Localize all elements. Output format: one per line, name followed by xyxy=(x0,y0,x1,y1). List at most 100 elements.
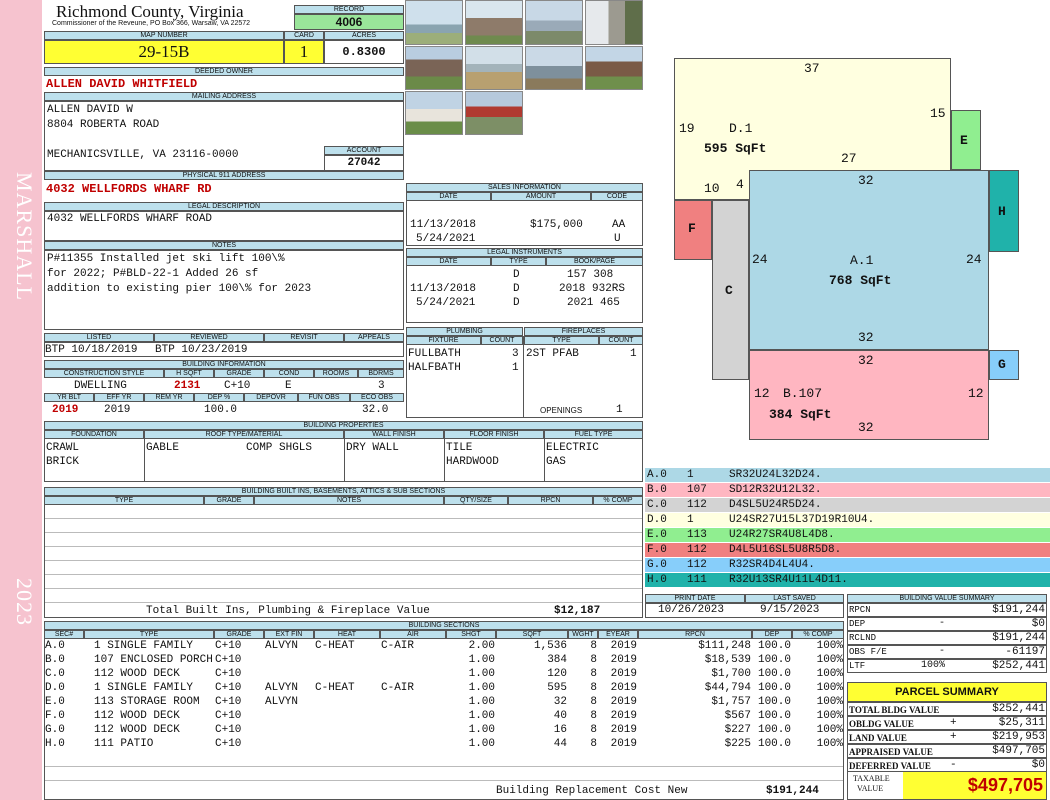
mailing-line-2: 8804 ROBERTA ROAD xyxy=(47,119,160,131)
revisit-header: REVISIT xyxy=(264,333,344,342)
builtins-col-comp: % COMP xyxy=(593,496,643,505)
instrument-type: D xyxy=(513,269,520,281)
dim-f-step: 4 xyxy=(736,177,744,192)
map-number: 29-15B xyxy=(44,40,284,64)
fuel-type: GAS xyxy=(546,456,566,468)
dim-a-bottom: 32 xyxy=(858,330,874,345)
eco-obs: 32.0 xyxy=(362,404,389,416)
builtins-box xyxy=(44,496,643,618)
sections-col-comp: % COMP xyxy=(792,630,844,639)
dim-b-bottom: 32 xyxy=(858,420,874,435)
floor-col: FLOOR FINISH xyxy=(444,430,544,439)
section-sqft: 44 xyxy=(553,738,567,750)
section-eyear: 2019 xyxy=(610,654,637,666)
parcel-key: TOTAL BLDG VALUE xyxy=(849,705,940,715)
section-air: C-AIR xyxy=(381,682,415,694)
property-photo[interactable] xyxy=(405,0,463,45)
vector-code: E.0 xyxy=(647,529,667,541)
property-photo[interactable] xyxy=(465,91,523,135)
vector-number: 111 xyxy=(687,574,707,586)
builtins-col-grade: GRADE xyxy=(204,496,254,505)
value-summary-header: BUILDING VALUE SUMMARY xyxy=(847,594,1047,603)
property-photo[interactable] xyxy=(405,46,463,90)
vector-path: U24R27SR4U8L4D8. xyxy=(729,529,835,541)
properties-divider xyxy=(444,439,445,482)
instruments-header: LEGAL INSTRUMENTS xyxy=(406,248,643,257)
vector-path: SD12R32U12L32. xyxy=(729,484,822,496)
hsqft-value: 2131 xyxy=(174,380,201,392)
dim-a-top: 32 xyxy=(858,173,874,188)
construction-style-header: CONSTRUCTION STYLE xyxy=(44,369,164,378)
floor-finish: HARDWOOD xyxy=(446,456,499,468)
parcel-amount: $25,311 xyxy=(998,717,1045,729)
property-photo[interactable] xyxy=(465,46,523,90)
section-grade: C+10 xyxy=(215,696,242,708)
plumbing-header: PLUMBING xyxy=(406,327,523,336)
sales-col-code: CODE xyxy=(591,192,643,201)
instrument-date: 5/24/2021 xyxy=(416,297,476,309)
value-amount: $191,244 xyxy=(992,604,1045,616)
roof-col: ROOF TYPE/MATERIAL xyxy=(144,430,344,439)
section-b-area: 384 SqFt xyxy=(769,407,832,422)
row-line xyxy=(45,780,843,781)
vector-code: G.0 xyxy=(647,559,667,571)
sections-col-rpcn: RPCN xyxy=(638,630,752,639)
section-heat: C-HEAT xyxy=(315,640,355,652)
vector-code: C.0 xyxy=(647,499,667,511)
property-photo[interactable] xyxy=(585,46,643,90)
section-rpcn: $111,248 xyxy=(698,640,751,652)
section-sec: E.0 xyxy=(45,696,65,708)
dim-d-right: 15 xyxy=(930,106,946,121)
plumbing-count-col: COUNT xyxy=(481,336,523,345)
dim-a-left: 24 xyxy=(752,252,768,267)
sale-date: 11/13/2018 xyxy=(410,219,477,231)
listed-header: LISTED xyxy=(44,333,154,342)
account-number: 27042 xyxy=(324,155,404,171)
side-year: 2023 xyxy=(12,578,37,626)
fireplace-type: 2ST PFAB xyxy=(526,348,579,360)
sketch-vector-row xyxy=(645,468,1050,483)
county-title: Richmond County, Virginia xyxy=(56,2,244,21)
dep-header: DEP % xyxy=(194,393,244,402)
section-dep: 100.0 xyxy=(757,738,791,750)
bdrms-header: BDRMS xyxy=(358,369,404,378)
section-h-label: H xyxy=(998,204,1006,219)
parcel-key: APPRAISED VALUE xyxy=(849,747,933,757)
property-photo[interactable] xyxy=(405,91,463,135)
legal-description-header: LEGAL DESCRIPTION xyxy=(44,202,404,211)
vector-number: 112 xyxy=(687,559,707,571)
print-date: 10/26/2023 xyxy=(658,604,725,616)
row-line xyxy=(45,546,642,547)
dim-d-bottom: 27 xyxy=(841,151,857,166)
record-header: RECORD xyxy=(294,5,404,14)
property-photo[interactable] xyxy=(525,46,583,90)
builtins-col-qty: QTY/SIZE xyxy=(444,496,508,505)
dim-f-top: 10 xyxy=(704,181,720,196)
notes-header: NOTES xyxy=(44,241,404,250)
sale-code: U xyxy=(614,233,621,245)
property-photo[interactable] xyxy=(525,0,583,45)
section-a-area: 768 SqFt xyxy=(829,273,892,288)
vector-path: U24SR27U15L37D19R10U4. xyxy=(729,514,875,526)
roof-type: GABLE xyxy=(146,442,180,454)
fireplace-type-col: TYPE xyxy=(524,336,599,345)
dim-a-right: 24 xyxy=(966,252,982,267)
section-eyear: 2019 xyxy=(610,724,637,736)
hsqft-header: H SQFT xyxy=(164,369,214,378)
vector-number: 1 xyxy=(687,469,694,481)
section-d-name: D.1 xyxy=(729,121,753,136)
sections-col-sec: SEC# xyxy=(44,630,84,639)
dim-b-left: 12 xyxy=(754,386,770,401)
sale-code: AA xyxy=(612,219,626,231)
fireplace-count: 1 xyxy=(630,348,637,360)
mailing-line-1: ALLEN DAVID W xyxy=(47,104,133,116)
property-photo[interactable] xyxy=(585,0,643,45)
instrument-book: 2018 932RS xyxy=(559,283,626,295)
property-photo[interactable] xyxy=(465,0,523,45)
section-rpcn: $567 xyxy=(724,710,751,722)
sections-col-wght: WGHT xyxy=(568,630,598,639)
parcel-amount: $252,441 xyxy=(992,703,1045,715)
sections-col-dep: DEP xyxy=(752,630,792,639)
value-key: LTF xyxy=(849,661,866,671)
value-amount: $191,244 xyxy=(992,632,1045,644)
